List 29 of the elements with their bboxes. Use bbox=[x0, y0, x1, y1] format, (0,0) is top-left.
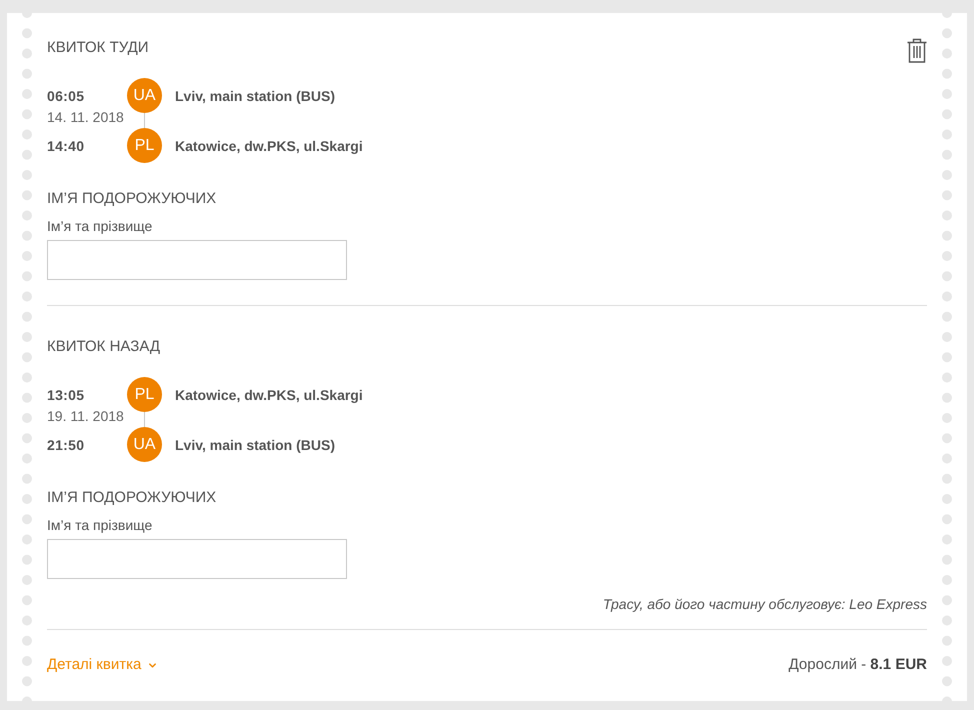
country-badge: UA bbox=[127, 427, 162, 462]
route-connector-line bbox=[144, 113, 145, 128]
station-name: Lviv, main station (BUS) bbox=[175, 86, 335, 106]
country-badge: UA bbox=[127, 78, 162, 113]
country-badge: PL bbox=[127, 377, 162, 412]
travel-date: 19. 11. 2018 bbox=[47, 408, 124, 424]
stop-time: 21:50 bbox=[47, 436, 84, 454]
section-title: КВИТОК ТУДИ bbox=[47, 38, 149, 58]
station-name: Katowice, dw.PKS, ul.Skargi bbox=[175, 386, 363, 404]
ticket-details-link[interactable]: Деталі квитка bbox=[47, 655, 158, 675]
station-name: Lviv, main station (BUS) bbox=[175, 436, 335, 454]
field-label: Ім’я та прізвище bbox=[47, 516, 152, 535]
section-title: КВИТОК НАЗАД bbox=[47, 337, 160, 357]
country-badge: PL bbox=[127, 128, 162, 163]
station-name: Katowice, dw.PKS, ul.Skargi bbox=[175, 136, 363, 156]
price-text: Дорослий - 8.1 EUR bbox=[788, 655, 927, 675]
stop-time: 06:05 bbox=[47, 86, 84, 106]
stop-time: 13:05 bbox=[47, 386, 84, 404]
trash-icon bbox=[907, 38, 927, 63]
stop-time: 14:40 bbox=[47, 136, 84, 156]
passengers-heading: ІМ’Я ПОДОРОЖУЮЧИХ bbox=[47, 189, 216, 209]
field-label: Ім’я та прізвище bbox=[47, 217, 152, 236]
name-input[interactable] bbox=[47, 240, 347, 280]
name-input[interactable] bbox=[47, 539, 347, 579]
delete-button[interactable] bbox=[907, 38, 927, 63]
route-connector-line bbox=[144, 412, 145, 427]
travel-date: 14. 11. 2018 bbox=[47, 109, 124, 125]
operator-note: Трасу, або його частину обслуговує: Leo Express bbox=[602, 595, 927, 614]
passengers-heading: ІМ’Я ПОДОРОЖУЮЧИХ bbox=[47, 488, 216, 508]
